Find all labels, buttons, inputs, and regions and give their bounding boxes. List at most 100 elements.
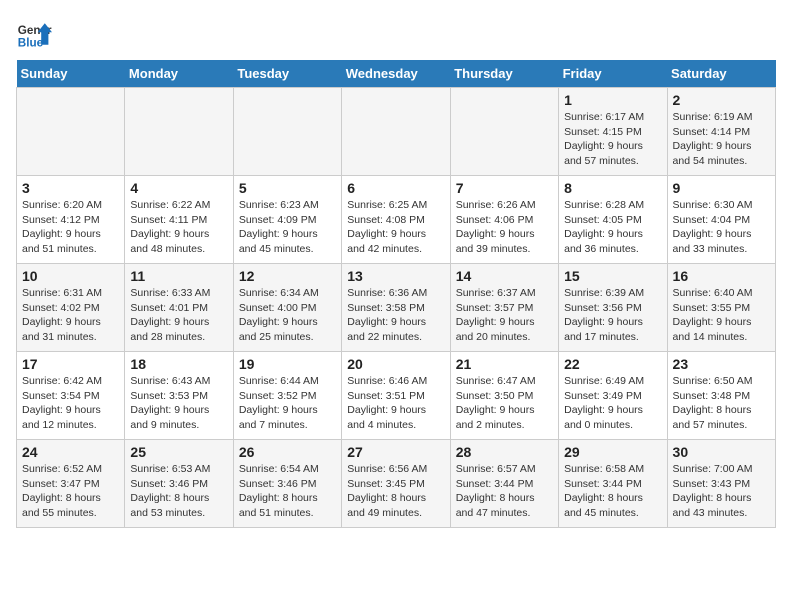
day-info: Sunrise: 6:54 AM Sunset: 3:46 PM Dayligh… — [239, 462, 336, 521]
day-number: 4 — [130, 180, 227, 196]
weekday-header-tuesday: Tuesday — [233, 60, 341, 88]
calendar-cell: 3 Sunrise: 6:20 AM Sunset: 4:12 PM Daylig… — [17, 176, 125, 264]
day-number: 2 — [673, 92, 770, 108]
day-info: Sunrise: 6:42 AM Sunset: 3:54 PM Dayligh… — [22, 374, 119, 433]
calendar-cell: 7 Sunrise: 6:26 AM Sunset: 4:06 PM Daylig… — [450, 176, 558, 264]
day-info: Sunrise: 6:53 AM Sunset: 3:46 PM Dayligh… — [130, 462, 227, 521]
day-info: Sunrise: 6:57 AM Sunset: 3:44 PM Dayligh… — [456, 462, 553, 521]
weekday-header-wednesday: Wednesday — [342, 60, 450, 88]
day-number: 25 — [130, 444, 227, 460]
day-number: 6 — [347, 180, 444, 196]
day-number: 30 — [673, 444, 770, 460]
day-number: 1 — [564, 92, 661, 108]
weekday-header-saturday: Saturday — [667, 60, 775, 88]
calendar-cell — [342, 88, 450, 176]
calendar-cell: 5 Sunrise: 6:23 AM Sunset: 4:09 PM Daylig… — [233, 176, 341, 264]
day-info: Sunrise: 6:23 AM Sunset: 4:09 PM Dayligh… — [239, 198, 336, 257]
calendar-cell: 14 Sunrise: 6:37 AM Sunset: 3:57 PM Dayli… — [450, 264, 558, 352]
calendar-cell: 10 Sunrise: 6:31 AM Sunset: 4:02 PM Dayli… — [17, 264, 125, 352]
calendar-cell: 8 Sunrise: 6:28 AM Sunset: 4:05 PM Daylig… — [559, 176, 667, 264]
day-number: 7 — [456, 180, 553, 196]
calendar-cell: 4 Sunrise: 6:22 AM Sunset: 4:11 PM Daylig… — [125, 176, 233, 264]
day-number: 23 — [673, 356, 770, 372]
weekday-header-sunday: Sunday — [17, 60, 125, 88]
day-info: Sunrise: 6:49 AM Sunset: 3:49 PM Dayligh… — [564, 374, 661, 433]
calendar-cell: 6 Sunrise: 6:25 AM Sunset: 4:08 PM Daylig… — [342, 176, 450, 264]
calendar-cell: 2 Sunrise: 6:19 AM Sunset: 4:14 PM Daylig… — [667, 88, 775, 176]
day-number: 12 — [239, 268, 336, 284]
day-info: Sunrise: 6:52 AM Sunset: 3:47 PM Dayligh… — [22, 462, 119, 521]
day-number: 20 — [347, 356, 444, 372]
day-info: Sunrise: 6:28 AM Sunset: 4:05 PM Dayligh… — [564, 198, 661, 257]
day-info: Sunrise: 6:46 AM Sunset: 3:51 PM Dayligh… — [347, 374, 444, 433]
day-number: 17 — [22, 356, 119, 372]
day-info: Sunrise: 6:19 AM Sunset: 4:14 PM Dayligh… — [673, 110, 770, 169]
svg-text:Blue: Blue — [18, 37, 44, 50]
calendar-cell: 1 Sunrise: 6:17 AM Sunset: 4:15 PM Daylig… — [559, 88, 667, 176]
calendar-cell — [450, 88, 558, 176]
day-info: Sunrise: 6:37 AM Sunset: 3:57 PM Dayligh… — [456, 286, 553, 345]
day-number: 15 — [564, 268, 661, 284]
day-info: Sunrise: 6:30 AM Sunset: 4:04 PM Dayligh… — [673, 198, 770, 257]
calendar-cell: 21 Sunrise: 6:47 AM Sunset: 3:50 PM Dayli… — [450, 352, 558, 440]
calendar-cell: 28 Sunrise: 6:57 AM Sunset: 3:44 PM Dayli… — [450, 440, 558, 528]
calendar-cell: 13 Sunrise: 6:36 AM Sunset: 3:58 PM Dayli… — [342, 264, 450, 352]
calendar-cell: 24 Sunrise: 6:52 AM Sunset: 3:47 PM Dayli… — [17, 440, 125, 528]
day-number: 16 — [673, 268, 770, 284]
weekday-header-friday: Friday — [559, 60, 667, 88]
day-info: Sunrise: 6:58 AM Sunset: 3:44 PM Dayligh… — [564, 462, 661, 521]
calendar-cell: 26 Sunrise: 6:54 AM Sunset: 3:46 PM Dayli… — [233, 440, 341, 528]
day-info: Sunrise: 6:26 AM Sunset: 4:06 PM Dayligh… — [456, 198, 553, 257]
day-info: Sunrise: 6:22 AM Sunset: 4:11 PM Dayligh… — [130, 198, 227, 257]
day-number: 5 — [239, 180, 336, 196]
day-number: 3 — [22, 180, 119, 196]
calendar-cell: 20 Sunrise: 6:46 AM Sunset: 3:51 PM Dayli… — [342, 352, 450, 440]
day-number: 13 — [347, 268, 444, 284]
calendar-cell: 30 Sunrise: 7:00 AM Sunset: 3:43 PM Dayli… — [667, 440, 775, 528]
weekday-header-monday: Monday — [125, 60, 233, 88]
day-info: Sunrise: 6:39 AM Sunset: 3:56 PM Dayligh… — [564, 286, 661, 345]
calendar-cell: 11Sunrise: 6:33 AM Sunset: 4:01 PM Dayli… — [125, 264, 233, 352]
day-number: 27 — [347, 444, 444, 460]
day-info: Sunrise: 6:20 AM Sunset: 4:12 PM Dayligh… — [22, 198, 119, 257]
calendar-cell — [233, 88, 341, 176]
day-number: 22 — [564, 356, 661, 372]
day-info: Sunrise: 6:44 AM Sunset: 3:52 PM Dayligh… — [239, 374, 336, 433]
calendar-cell: 9 Sunrise: 6:30 AM Sunset: 4:04 PM Daylig… — [667, 176, 775, 264]
calendar-cell: 29Sunrise: 6:58 AM Sunset: 3:44 PM Dayli… — [559, 440, 667, 528]
calendar-cell: 25 Sunrise: 6:53 AM Sunset: 3:46 PM Dayli… — [125, 440, 233, 528]
calendar-cell: 12 Sunrise: 6:34 AM Sunset: 4:00 PM Dayli… — [233, 264, 341, 352]
weekday-header-thursday: Thursday — [450, 60, 558, 88]
day-info: Sunrise: 6:31 AM Sunset: 4:02 PM Dayligh… — [22, 286, 119, 345]
calendar-cell — [17, 88, 125, 176]
calendar-cell: 23 Sunrise: 6:50 AM Sunset: 3:48 PM Dayli… — [667, 352, 775, 440]
day-number: 19 — [239, 356, 336, 372]
day-number: 28 — [456, 444, 553, 460]
calendar-cell: 18 Sunrise: 6:43 AM Sunset: 3:53 PM Dayli… — [125, 352, 233, 440]
day-number: 14 — [456, 268, 553, 284]
day-info: Sunrise: 6:36 AM Sunset: 3:58 PM Dayligh… — [347, 286, 444, 345]
calendar-cell: 22 Sunrise: 6:49 AM Sunset: 3:49 PM Dayli… — [559, 352, 667, 440]
calendar-cell: 17 Sunrise: 6:42 AM Sunset: 3:54 PM Dayli… — [17, 352, 125, 440]
calendar-cell: 27Sunrise: 6:56 AM Sunset: 3:45 PM Dayli… — [342, 440, 450, 528]
day-number: 9 — [673, 180, 770, 196]
day-number: 26 — [239, 444, 336, 460]
day-info: Sunrise: 7:00 AM Sunset: 3:43 PM Dayligh… — [673, 462, 770, 521]
calendar-header: SundayMondayTuesdayWednesdayThursdayFrid… — [17, 60, 776, 88]
day-number: 24 — [22, 444, 119, 460]
day-info: Sunrise: 6:34 AM Sunset: 4:00 PM Dayligh… — [239, 286, 336, 345]
day-info: Sunrise: 6:50 AM Sunset: 3:48 PM Dayligh… — [673, 374, 770, 433]
day-number: 10 — [22, 268, 119, 284]
day-info: Sunrise: 6:25 AM Sunset: 4:08 PM Dayligh… — [347, 198, 444, 257]
day-number: 21 — [456, 356, 553, 372]
day-info: Sunrise: 6:40 AM Sunset: 3:55 PM Dayligh… — [673, 286, 770, 345]
day-info: Sunrise: 6:17 AM Sunset: 4:15 PM Dayligh… — [564, 110, 661, 169]
day-info: Sunrise: 6:43 AM Sunset: 3:53 PM Dayligh… — [130, 374, 227, 433]
day-number: 8 — [564, 180, 661, 196]
calendar-table: SundayMondayTuesdayWednesdayThursdayFrid… — [16, 60, 776, 528]
calendar-cell: 15 Sunrise: 6:39 AM Sunset: 3:56 PM Dayli… — [559, 264, 667, 352]
day-info: Sunrise: 6:47 AM Sunset: 3:50 PM Dayligh… — [456, 374, 553, 433]
calendar-cell: 19 Sunrise: 6:44 AM Sunset: 3:52 PM Dayli… — [233, 352, 341, 440]
day-number: 18 — [130, 356, 227, 372]
day-info: Sunrise: 6:33 AM Sunset: 4:01 PM Dayligh… — [130, 286, 227, 345]
